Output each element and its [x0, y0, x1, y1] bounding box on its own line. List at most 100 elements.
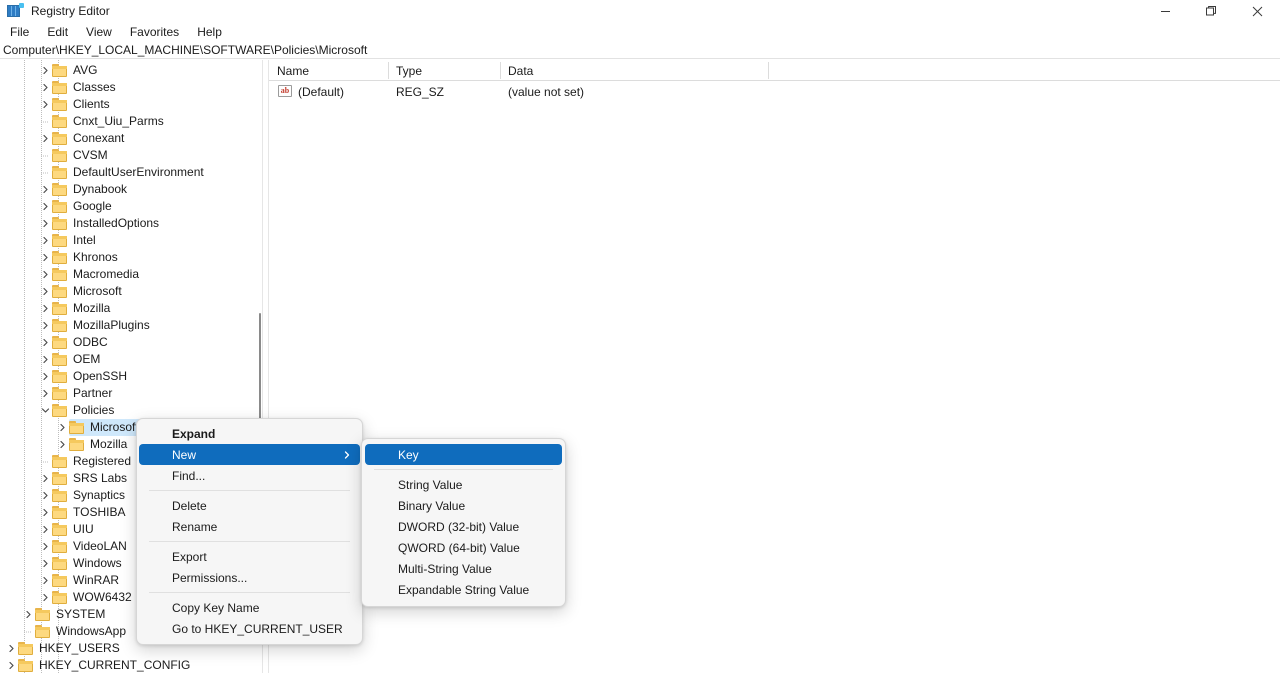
menu-favorites[interactable]: Favorites [121, 23, 188, 41]
tree-node[interactable]: Mozilla [0, 300, 262, 317]
folder-icon [18, 642, 34, 655]
chevron-right-icon[interactable] [39, 181, 52, 198]
tree-node[interactable]: DefaultUserEnvironment [0, 164, 262, 181]
chevron-right-icon[interactable] [39, 589, 52, 606]
tree-node[interactable]: MozillaPlugins [0, 317, 262, 334]
menu-edit[interactable]: Edit [38, 23, 77, 41]
tree-node-label: Mozilla [90, 437, 128, 451]
context-menu-item[interactable]: Rename [139, 516, 360, 537]
registry-editor-icon [7, 3, 24, 19]
chevron-right-icon[interactable] [39, 351, 52, 368]
tree-node[interactable]: OEM [0, 351, 262, 368]
column-header-name[interactable]: Name [269, 60, 388, 81]
chevron-right-icon[interactable] [39, 130, 52, 147]
tree-node[interactable]: OpenSSH [0, 368, 262, 385]
chevron-right-icon[interactable] [39, 198, 52, 215]
chevron-right-icon[interactable] [39, 538, 52, 555]
address-bar[interactable]: Computer\HKEY_LOCAL_MACHINE\SOFTWARE\Pol… [0, 41, 1280, 59]
chevron-right-icon[interactable] [39, 334, 52, 351]
tree-node[interactable]: Microsoft [0, 283, 262, 300]
chevron-right-icon[interactable] [39, 521, 52, 538]
submenu-item[interactable]: Expandable String Value [365, 579, 562, 600]
context-menu-item[interactable]: Find... [139, 465, 360, 486]
chevron-right-icon[interactable] [39, 487, 52, 504]
tree-node[interactable]: ODBC [0, 334, 262, 351]
column-header-data[interactable]: Data [500, 60, 768, 81]
column-divider[interactable] [768, 62, 769, 79]
tree-node[interactable]: AVG [0, 62, 262, 79]
tree-node[interactable]: Partner [0, 385, 262, 402]
submenu-item[interactable]: DWORD (32-bit) Value [365, 516, 562, 537]
close-button[interactable] [1234, 0, 1280, 22]
menu-help[interactable]: Help [188, 23, 231, 41]
chevron-right-icon[interactable] [5, 640, 18, 657]
folder-icon [52, 285, 68, 298]
tree-node[interactable]: HKEY_CURRENT_CONFIG [0, 657, 262, 673]
chevron-right-icon[interactable] [39, 215, 52, 232]
chevron-right-icon[interactable] [39, 555, 52, 572]
chevron-right-icon[interactable] [22, 606, 35, 623]
context-menu-item[interactable]: New [139, 444, 360, 465]
chevron-right-icon[interactable] [39, 317, 52, 334]
chevron-right-icon[interactable] [39, 232, 52, 249]
context-menu-item[interactable]: Go to HKEY_CURRENT_USER [139, 618, 360, 639]
context-menu[interactable]: Expand New Find... Delete Rename Export Permis… [136, 418, 363, 645]
tree-node[interactable]: Conexant [0, 130, 262, 147]
folder-icon [52, 217, 68, 230]
chevron-right-icon[interactable] [39, 96, 52, 113]
table-row[interactable]: ab (Default) REG_SZ (value not set) [269, 81, 1280, 102]
chevron-right-icon[interactable] [5, 657, 18, 673]
column-header-type[interactable]: Type [388, 60, 500, 81]
folder-icon [69, 438, 85, 451]
tree-node[interactable]: Classes [0, 79, 262, 96]
tree-node[interactable]: Cnxt_Uiu_Parms [0, 113, 262, 130]
new-submenu[interactable]: Key String Value Binary Value DWORD (32-bit… [361, 438, 566, 607]
tree-node[interactable]: Macromedia [0, 266, 262, 283]
chevron-right-icon[interactable] [39, 79, 52, 96]
submenu-item[interactable]: String Value [365, 474, 562, 495]
tree-node[interactable]: InstalledOptions [0, 215, 262, 232]
tree-node-label: TOSHIBA [73, 505, 126, 519]
submenu-item[interactable]: Binary Value [365, 495, 562, 516]
chevron-right-icon[interactable] [39, 572, 52, 589]
chevron-down-icon[interactable] [39, 402, 52, 419]
tree-node[interactable]: Clients [0, 96, 262, 113]
tree-node-label: Google [73, 199, 112, 213]
column-divider[interactable] [388, 62, 389, 79]
column-header-label: Type [396, 63, 423, 78]
tree-node[interactable]: Google [0, 198, 262, 215]
tree-node-label: Registered [73, 454, 132, 468]
chevron-right-icon[interactable] [39, 249, 52, 266]
tree-node[interactable]: Dynabook [0, 181, 262, 198]
tree-node-label: UIU [73, 522, 94, 536]
submenu-item[interactable]: Key [365, 444, 562, 465]
tree-node[interactable]: CVSM [0, 147, 262, 164]
menu-file[interactable]: File [1, 23, 38, 41]
tree-node[interactable]: Intel [0, 232, 262, 249]
chevron-right-icon[interactable] [39, 470, 52, 487]
chevron-right-icon[interactable] [56, 419, 69, 436]
menu-view[interactable]: View [77, 23, 121, 41]
chevron-right-icon[interactable] [39, 266, 52, 283]
maximize-button[interactable] [1188, 0, 1234, 22]
chevron-right-icon[interactable] [56, 436, 69, 453]
column-divider[interactable] [500, 62, 501, 79]
tree-node[interactable]: Khronos [0, 249, 262, 266]
submenu-item[interactable]: Multi-String Value [365, 558, 562, 579]
chevron-right-icon[interactable] [39, 62, 52, 79]
context-menu-item-label: Rename [172, 519, 218, 534]
chevron-right-icon[interactable] [39, 283, 52, 300]
chevron-right-icon[interactable] [39, 385, 52, 402]
chevron-right-icon[interactable] [39, 368, 52, 385]
context-menu-item[interactable]: Expand [139, 423, 360, 444]
context-menu-item[interactable]: Delete [139, 495, 360, 516]
context-menu-item[interactable]: Export [139, 546, 360, 567]
submenu-item[interactable]: QWORD (64-bit) Value [365, 537, 562, 558]
context-menu-item[interactable]: Permissions... [139, 567, 360, 588]
context-menu-item[interactable]: Copy Key Name [139, 597, 360, 618]
tree-node-label: MozillaPlugins [73, 318, 150, 332]
chevron-right-icon[interactable] [39, 300, 52, 317]
tree-node[interactable]: Policies [0, 402, 262, 419]
minimize-button[interactable] [1142, 0, 1188, 22]
chevron-right-icon[interactable] [39, 504, 52, 521]
